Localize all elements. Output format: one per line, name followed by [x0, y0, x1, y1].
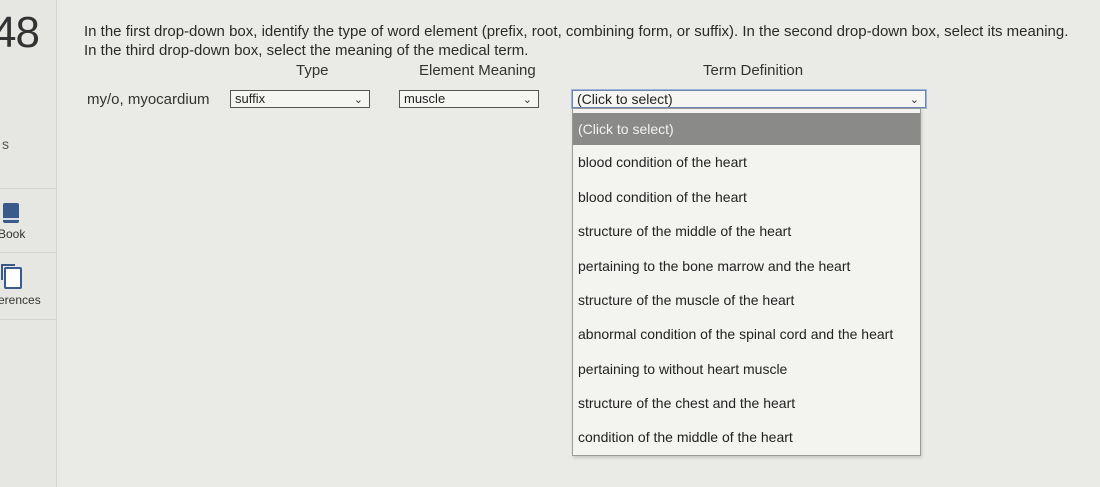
type-select[interactable]: suffix ⌄	[230, 90, 370, 108]
column-header-element-meaning: Element Meaning	[419, 62, 536, 79]
question-number: 48	[0, 8, 40, 57]
sidebar-item-label: Book	[0, 227, 26, 241]
dropdown-option[interactable]: (Click to select)	[573, 113, 920, 145]
book-icon	[3, 203, 19, 223]
question-instructions: In the first drop-down box, identify the…	[84, 23, 1069, 59]
sidebar-item-ebook[interactable]: Book	[0, 188, 56, 253]
definition-select-value: (Click to select)	[577, 91, 673, 107]
dropdown-option[interactable]: structure of the middle of the heart	[573, 217, 920, 245]
type-select-value: suffix	[235, 91, 266, 106]
sidebar-item-references[interactable]: erences	[0, 252, 56, 320]
column-header-term-definition: Term Definition	[703, 62, 804, 79]
sidebar-item-label: erences	[0, 293, 41, 307]
dropdown-option[interactable]: condition of the middle of the heart	[573, 423, 920, 451]
meaning-select-value: muscle	[404, 91, 446, 106]
left-sidebar: 48 s Book erences	[0, 0, 57, 487]
column-header-type: Type	[296, 62, 329, 79]
dropdown-option[interactable]: pertaining to without heart muscle	[573, 355, 920, 383]
chevron-down-icon: ⌄	[353, 94, 363, 106]
definition-dropdown-list: (Click to select) blood condition of the…	[572, 108, 921, 456]
dropdown-option[interactable]: blood condition of the heart	[573, 183, 920, 211]
references-icon	[1, 264, 22, 289]
dropdown-option[interactable]: blood condition of the heart	[573, 148, 920, 176]
chevron-down-icon: ⌄	[522, 94, 532, 106]
dropdown-option[interactable]: pertaining to the bone marrow and the he…	[573, 252, 920, 280]
dropdown-option[interactable]: structure of the chest and the heart	[573, 389, 920, 417]
chevron-down-icon: ⌄	[909, 94, 919, 106]
dropdown-option[interactable]: structure of the muscle of the heart	[573, 286, 920, 314]
sidebar-partial-label: s	[2, 136, 9, 152]
dropdown-option[interactable]: abnormal condition of the spinal cord an…	[573, 320, 920, 348]
term-label: my/o, myocardium	[87, 91, 210, 108]
meaning-select[interactable]: muscle ⌄	[399, 90, 539, 108]
definition-select[interactable]: (Click to select) ⌄	[572, 90, 926, 108]
